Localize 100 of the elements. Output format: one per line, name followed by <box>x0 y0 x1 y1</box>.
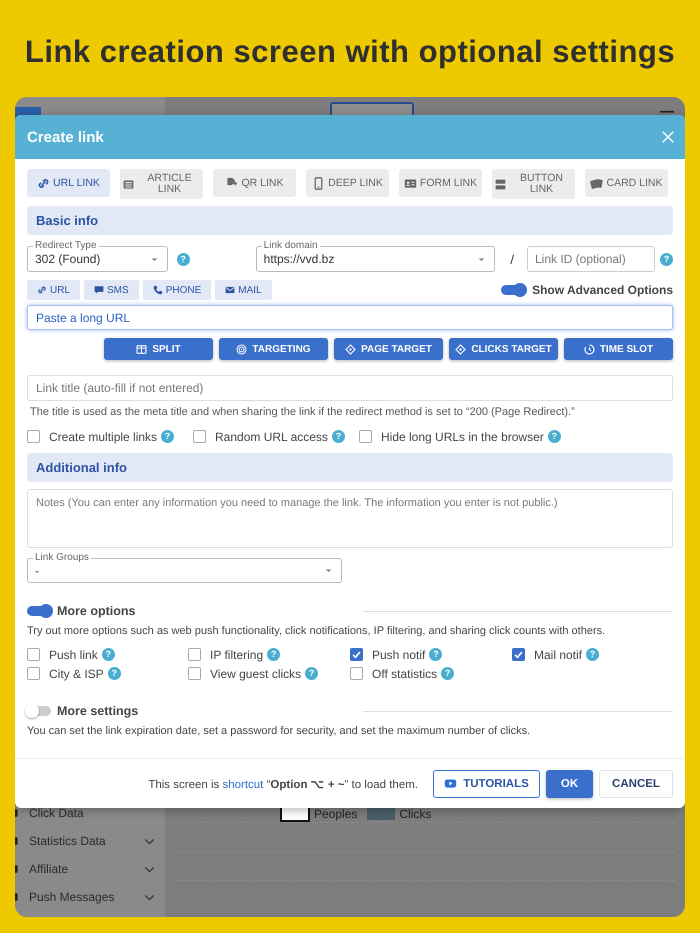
newspaper-icon <box>122 178 135 190</box>
checkbox[interactable] <box>188 648 201 661</box>
cards-icon <box>590 176 604 190</box>
checkbox[interactable] <box>359 430 372 443</box>
checkbox[interactable] <box>350 648 363 661</box>
checkbox-label: Off statistics <box>372 666 438 680</box>
field-label: Redirect Type <box>33 240 99 251</box>
target-tab[interactable]: MAIL <box>215 280 272 300</box>
link-type-tab[interactable]: CARD LINK <box>585 169 668 197</box>
crosshair-icon <box>455 344 466 354</box>
envelope-icon <box>225 285 236 295</box>
help-icon[interactable]: ? <box>441 667 454 680</box>
link-type-tab[interactable]: BUTTON LINK <box>492 169 575 199</box>
help-icon[interactable]: ? <box>267 648 280 661</box>
checkbox-label: Random URL access <box>215 430 328 444</box>
dialog-title: Create link <box>27 128 104 146</box>
checkbox-label: Push notif <box>372 648 426 662</box>
legend-label: Clicks <box>399 807 432 821</box>
help-icon[interactable]: ? <box>176 252 190 266</box>
toggle-label: More settings <box>57 704 140 718</box>
select-value: - <box>35 564 40 578</box>
link-icon <box>37 176 50 190</box>
target-icon <box>236 344 248 354</box>
close-icon <box>661 130 675 144</box>
link-type-tab[interactable]: DEEP LINK <box>306 169 389 197</box>
close-button[interactable] <box>661 130 675 144</box>
sidebar-item[interactable]: Statistics Data <box>15 827 165 855</box>
checkbox[interactable] <box>512 648 525 661</box>
checkbox[interactable] <box>27 667 40 680</box>
description-text: Try out more options such as web push functionality, click notifications, IP filtering, and sharing click counts with others. <box>27 625 606 637</box>
checkbox[interactable] <box>350 667 363 680</box>
checkbox-label: Hide long URLs in the browser <box>381 430 544 444</box>
help-icon[interactable]: ? <box>305 667 318 680</box>
target-tab[interactable]: SMS <box>84 280 139 300</box>
link-type-tab[interactable]: QR LINK <box>213 169 296 197</box>
legend-label: Peoples <box>314 807 358 821</box>
select-value: 302 (Found) <box>35 252 102 266</box>
select-value: https://vvd.bz <box>264 252 336 266</box>
phone-icon <box>312 176 326 190</box>
checkbox-label: Create multiple links <box>49 430 158 444</box>
action-button[interactable]: TARGETING <box>219 338 328 360</box>
help-icon[interactable]: ? <box>548 430 561 443</box>
checkbox[interactable] <box>188 667 201 680</box>
shortcut-note: This screen is shortcut “Option ⌥ + ~” to load them. <box>148 778 418 790</box>
checkbox-label: View guest clicks <box>210 666 302 680</box>
link-id-field[interactable]: Link ID (optional) <box>527 246 655 272</box>
link-title-field[interactable]: Link title (auto-fill if not entered) <box>27 375 673 401</box>
checkbox-label: Mail notif <box>534 648 582 662</box>
section-heading: Additional info <box>27 453 673 482</box>
link-type-tab[interactable]: ARTICLE LINK <box>120 169 203 199</box>
checkbox[interactable] <box>193 430 206 443</box>
cancel-button[interactable]: CANCEL <box>599 770 673 798</box>
url-field[interactable]: Paste a long URL <box>27 305 673 330</box>
sidebar-label: Statistics Data <box>29 834 107 848</box>
hint-text: The title is used as the meta title and when sharing the link if the redirect method is set to “200 (Page Redirect).” <box>30 406 576 418</box>
toggle-switch[interactable] <box>27 606 51 616</box>
columns-icon <box>136 344 148 354</box>
tutorials-button[interactable]: TUTORIALS <box>433 770 540 798</box>
target-tab[interactable]: URL <box>27 280 80 300</box>
link-type-tab[interactable]: URL LINK <box>27 169 110 197</box>
toggle-label: Show Advanced Options <box>532 283 673 297</box>
sidebar-item[interactable]: Push Messages <box>15 883 165 911</box>
server-icon <box>494 178 507 190</box>
action-button[interactable]: CLICKS TARGET <box>449 338 558 360</box>
link-icon <box>37 285 47 295</box>
chat-icon <box>94 285 104 295</box>
link-type-tab[interactable]: FORM LINK <box>399 169 482 197</box>
help-icon[interactable]: ? <box>102 648 115 661</box>
sidebar-label: Click Data <box>29 806 85 820</box>
phone-handset-icon <box>152 285 163 295</box>
sidebar-item[interactable]: Click Data <box>15 799 165 827</box>
toggle-label: More options <box>57 604 136 618</box>
field-label: Link domain <box>262 240 320 251</box>
ok-button[interactable]: OK <box>546 770 593 798</box>
action-button[interactable]: PAGE TARGET <box>334 338 443 360</box>
section-heading: Basic info <box>27 206 673 235</box>
action-button[interactable]: TIME SLOT <box>564 338 673 360</box>
checkbox[interactable] <box>27 430 40 443</box>
crosshair-icon <box>345 344 356 354</box>
sidebar-item[interactable]: Affiliate <box>15 855 165 883</box>
help-icon[interactable]: ? <box>161 430 174 443</box>
checkbox[interactable] <box>27 648 40 661</box>
help-icon[interactable]: ? <box>586 648 600 661</box>
checkbox-label: City & ISP <box>49 666 104 680</box>
help-icon[interactable]: ? <box>332 430 345 443</box>
help-icon[interactable]: ? <box>660 252 673 266</box>
help-icon[interactable]: ? <box>429 648 442 661</box>
video-icon <box>444 777 458 790</box>
description-text: You can set the link expiration date, set a password for security, and set the maximum number of clicks. <box>27 725 532 737</box>
shortcut-link[interactable]: shortcut <box>222 778 264 790</box>
notes-field[interactable]: Notes (You can enter any information you need to manage the link. The information you enter is not public.) <box>27 489 673 548</box>
sidebar-label: Push Messages <box>29 890 116 904</box>
help-icon[interactable]: ? <box>108 667 121 680</box>
toggle-switch[interactable] <box>27 706 51 716</box>
checkbox-label: Push link <box>49 648 98 662</box>
target-tab[interactable]: PHONE <box>142 280 212 300</box>
sidebar-label: Affiliate <box>29 862 70 876</box>
action-button[interactable]: SPLIT <box>104 338 213 360</box>
toggle-switch[interactable] <box>501 285 526 295</box>
id-card-icon <box>404 176 417 190</box>
